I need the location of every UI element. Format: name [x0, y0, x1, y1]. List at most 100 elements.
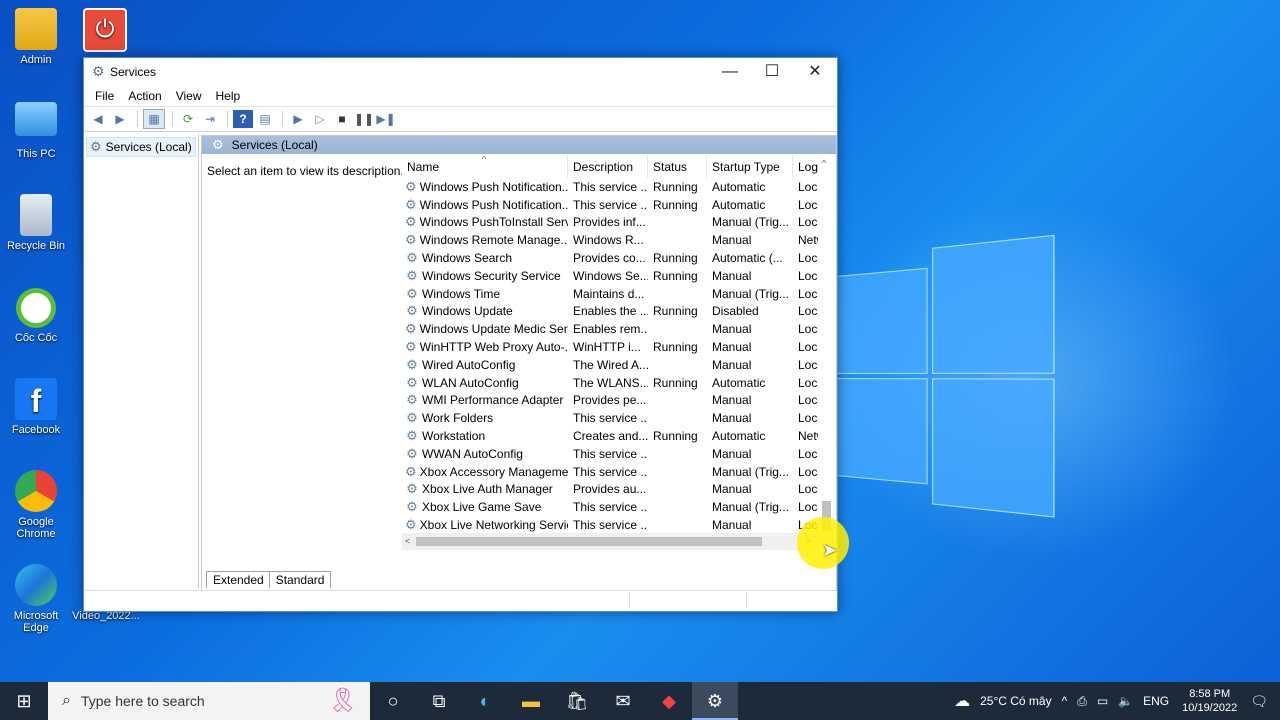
column-header-status[interactable]: Status: [648, 156, 707, 178]
vertical-scrollbar[interactable]: ^: [818, 156, 835, 534]
tree-item-services-local[interactable]: ⚙ Services (Local): [86, 137, 196, 157]
table-row[interactable]: ⚙ WMI Performance Adapter Provides pe... Ma…: [402, 392, 834, 410]
menu-view[interactable]: View: [169, 89, 209, 103]
cell-name: ⚙ WWAN AutoConfig: [402, 446, 568, 462]
stop-service-icon[interactable]: ■: [332, 110, 352, 128]
service-gear-icon: ⚙: [405, 232, 417, 248]
cell-status: Running: [648, 180, 707, 194]
taskbar-search-box[interactable]: ⌕ Type here to search 🎗: [48, 682, 370, 720]
column-header-description[interactable]: Description: [568, 156, 648, 178]
cell-name: ⚙ WinHTTP Web Proxy Auto-...: [402, 339, 568, 355]
table-row[interactable]: ⚙ Xbox Accessory Manageme... This service …: [402, 463, 834, 481]
table-row[interactable]: ⚙ Xbox Live Game Save This service ... Manu…: [402, 498, 834, 516]
start-button[interactable]: ⊞: [0, 682, 48, 720]
service-gear-icon: ⚙: [405, 339, 417, 355]
maximize-button[interactable]: ☐: [750, 58, 794, 86]
desktop-icon-admin[interactable]: Admin: [1, 8, 71, 66]
clock[interactable]: 8:58 PM 10/19/2022: [1182, 687, 1237, 715]
table-row[interactable]: ⚙ Windows Update Enables the ... Running Dis…: [402, 303, 834, 321]
weather-cloud-icon[interactable]: ☁: [954, 691, 970, 711]
services-list: ^ Name Description Status Startup Type L…: [402, 156, 834, 554]
table-row[interactable]: ⚙ Windows Remote Manage... Windows R... Man…: [402, 231, 834, 249]
cell-name: ⚙ Xbox Live Auth Manager: [402, 481, 568, 497]
meet-now-icon[interactable]: ⎙: [1077, 694, 1087, 709]
tab-extended[interactable]: Extended: [206, 571, 271, 588]
cell-description: This service ...: [568, 198, 648, 212]
show-console-tree-icon[interactable]: ▦: [143, 109, 165, 129]
close-button[interactable]: ✕: [793, 58, 837, 86]
properties-icon[interactable]: ▤: [255, 110, 275, 128]
refresh-icon[interactable]: ⟳: [178, 110, 198, 128]
desktop-icon-this-pc[interactable]: This PC: [1, 102, 71, 160]
input-language[interactable]: ENG: [1143, 694, 1169, 708]
tab-standard[interactable]: Standard: [269, 571, 332, 588]
taskbar-file-explorer[interactable]: ▬: [508, 682, 554, 720]
table-row[interactable]: ⚙ Windows Search Provides co... Running Auto…: [402, 249, 834, 267]
service-name: WLAN AutoConfig: [422, 376, 519, 390]
show-hidden-icons-icon[interactable]: ^: [1062, 694, 1068, 708]
service-name: Xbox Live Game Save: [422, 500, 541, 514]
minimize-button[interactable]: —: [708, 58, 752, 86]
notification-center-icon[interactable]: 🗨: [1250, 693, 1268, 710]
table-row[interactable]: ⚙ Windows PushToInstall Serv... Provides i…: [402, 214, 834, 232]
desktop-icon-chrome[interactable]: Google Chrome: [1, 470, 71, 540]
scroll-left-icon[interactable]: <: [405, 536, 410, 546]
taskbar-store[interactable]: 🛍: [554, 682, 600, 720]
service-gear-icon: ⚙: [405, 428, 419, 444]
help-icon[interactable]: ?: [233, 110, 253, 128]
scroll-up-icon[interactable]: ^: [822, 158, 826, 168]
taskbar-mail[interactable]: ✉: [600, 682, 646, 720]
table-row[interactable]: ⚙ Work Folders This service ... Manual Loca: [402, 409, 834, 427]
list-header: ^ Name Description Status Startup Type L…: [402, 156, 834, 178]
menu-help[interactable]: Help: [209, 89, 248, 103]
table-row[interactable]: ⚙ Windows Time Maintains d... Manual (Trig.…: [402, 285, 834, 303]
table-row[interactable]: ⚙ Windows Security Service Windows Se... Ru…: [402, 267, 834, 285]
column-header-startup-type[interactable]: Startup Type: [707, 156, 793, 178]
taskbar-office-app[interactable]: ◆: [646, 682, 692, 720]
power-icon: ⏻: [83, 8, 127, 52]
taskbar-services[interactable]: ⚙: [692, 682, 738, 720]
cell-name: ⚙ Windows Search: [402, 250, 568, 266]
back-icon[interactable]: ◀: [88, 110, 108, 128]
table-row[interactable]: ⚙ Windows Update Medic Ser... Enables rem.…: [402, 320, 834, 338]
horizontal-scrollbar[interactable]: < >: [402, 533, 818, 550]
clock-date: 10/19/2022: [1182, 701, 1237, 715]
start-service-alt-icon[interactable]: ▷: [310, 110, 330, 128]
table-row[interactable]: ⚙ Wired AutoConfig The Wired A... Manual Loc…: [402, 356, 834, 374]
table-row[interactable]: ⚙ Windows Push Notification... This servic…: [402, 196, 834, 214]
horizontal-scroll-thumb[interactable]: [416, 537, 762, 546]
table-row[interactable]: ⚙ WWAN AutoConfig This service ... Manual Lo…: [402, 445, 834, 463]
weather-text[interactable]: 25°C Có mây: [980, 694, 1052, 708]
cortana-button[interactable]: ○: [370, 682, 416, 720]
table-row[interactable]: ⚙ Xbox Live Auth Manager Provides au... Man…: [402, 481, 834, 499]
desktop-icon-facebook[interactable]: f Facebook: [1, 378, 71, 436]
table-row[interactable]: ⚙ WinHTTP Web Proxy Auto-... WinHTTP i... R…: [402, 338, 834, 356]
service-name: Workstation: [422, 429, 485, 443]
desktop-icon-shutdown[interactable]: ⏻: [70, 8, 140, 56]
desktop-icon-edge[interactable]: Microsoft Edge: [1, 564, 71, 634]
task-view-button[interactable]: ⧉: [416, 682, 462, 720]
cell-startup-type: Disabled: [707, 304, 793, 318]
table-row[interactable]: ⚙ Xbox Live Networking Service This servic…: [402, 516, 834, 534]
pause-service-icon[interactable]: ❚❚: [354, 110, 374, 128]
mouse-pointer-icon: ➤: [822, 540, 837, 561]
desktop-icon-recycle-bin[interactable]: Recycle Bin: [1, 194, 71, 252]
volume-icon[interactable]: 🔈: [1118, 694, 1133, 708]
cell-description: This service ...: [568, 500, 648, 514]
table-row[interactable]: ⚙ WLAN AutoConfig The WLANS... Running Autom…: [402, 374, 834, 392]
service-gear-icon: ⚙: [405, 179, 417, 195]
export-list-icon[interactable]: ⇥: [200, 110, 220, 128]
forward-icon[interactable]: ▶: [110, 110, 130, 128]
desktop-icon-coc-coc[interactable]: Cốc Cốc: [1, 288, 71, 344]
title-bar[interactable]: ⚙ Services — ☐ ✕: [84, 58, 837, 86]
taskbar-edge[interactable]: ◐: [462, 682, 508, 720]
table-row[interactable]: ⚙ Workstation Creates and... Running Automat…: [402, 427, 834, 445]
menu-action[interactable]: Action: [121, 89, 168, 103]
start-service-icon[interactable]: ▶: [288, 110, 308, 128]
store-icon: 🛍: [566, 691, 589, 711]
restart-service-icon[interactable]: ▶❚: [376, 110, 396, 128]
network-icon[interactable]: ▭: [1097, 694, 1108, 708]
menu-file[interactable]: File: [88, 89, 121, 103]
cell-description: Provides pe...: [568, 393, 648, 407]
table-row[interactable]: ⚙ Windows Push Notification... This servic…: [402, 178, 834, 196]
